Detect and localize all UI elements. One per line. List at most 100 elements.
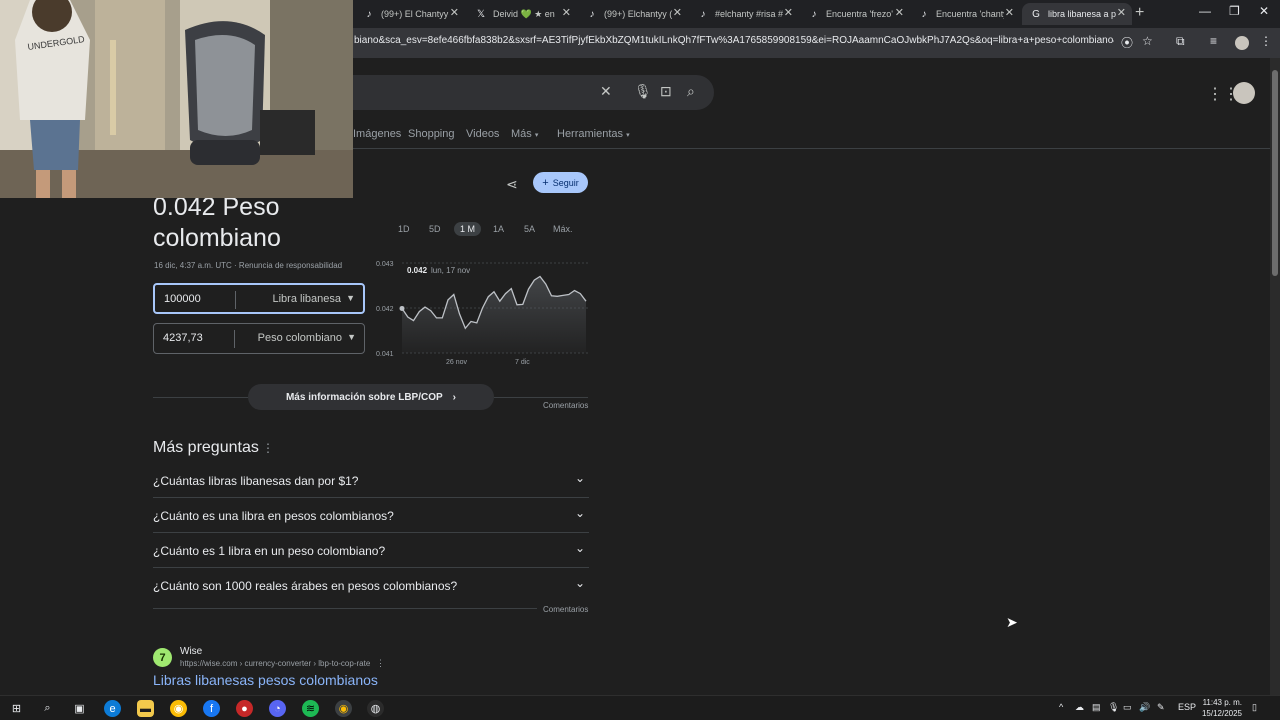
search-icon[interactable]: ⌕ xyxy=(39,700,56,717)
minimize-icon[interactable]: — xyxy=(1199,4,1211,18)
tab-more[interactable]: Más ▾ xyxy=(511,128,538,140)
result-options-icon[interactable]: ⋮ xyxy=(376,658,385,669)
range-5a[interactable]: 5A xyxy=(524,224,535,234)
microphone-icon[interactable]: 🎙 xyxy=(1108,702,1119,713)
from-value[interactable]: 100000 xyxy=(164,293,201,305)
close-icon[interactable]: ✕ xyxy=(450,6,459,19)
tray-app-icon[interactable]: ▤ xyxy=(1092,702,1101,713)
dropdown-arrow-icon[interactable]: ▼ xyxy=(346,293,355,303)
tiktok-icon: ♪ xyxy=(700,8,706,20)
scroll-thumb[interactable] xyxy=(1272,70,1278,276)
language-indicator[interactable]: ESP xyxy=(1178,702,1196,712)
tab-shopping[interactable]: Shopping xyxy=(408,128,455,140)
close-icon[interactable]: ✕ xyxy=(895,6,904,19)
media-control-icon[interactable]: ≡ xyxy=(1210,34,1217,48)
close-icon[interactable]: ✕ xyxy=(1117,6,1126,19)
range-1d[interactable]: 1D xyxy=(398,224,410,234)
close-icon[interactable]: ✕ xyxy=(784,6,793,19)
windows-start-icon[interactable]: ⊞ xyxy=(8,700,25,717)
divider xyxy=(153,608,537,609)
share-icon[interactable]: ⋖ xyxy=(506,176,518,193)
network-icon[interactable]: ▭ xyxy=(1123,702,1132,713)
clear-icon[interactable]: ✕ xyxy=(600,83,612,100)
menu-dots-icon[interactable]: ⋮ xyxy=(1260,34,1272,48)
dropdown-arrow-icon[interactable]: ▼ xyxy=(347,332,356,342)
discord-icon[interactable]: ◔ xyxy=(269,700,286,717)
browser-tab-4[interactable]: ♪ #elchanty #risa # ✕ xyxy=(689,3,799,25)
range-1a[interactable]: 1A xyxy=(493,224,504,234)
range-5d[interactable]: 5D xyxy=(429,224,441,234)
notifications-icon[interactable]: ▯ xyxy=(1252,702,1257,713)
maximize-icon[interactable]: ❐ xyxy=(1229,4,1240,18)
chevron-down-icon: ▾ xyxy=(534,132,539,139)
tools-menu[interactable]: Herramientas ▾ xyxy=(557,128,630,140)
faq-question[interactable]: ¿Cuánto es una libra en pesos colombiano… xyxy=(153,498,589,533)
tab-title: #elchanty #risa # xyxy=(715,9,783,19)
task-view-icon[interactable]: ▣ xyxy=(71,700,88,717)
chrome-active-icon[interactable]: ◉ xyxy=(335,700,352,717)
tiktok-icon: ♪ xyxy=(589,8,595,20)
exchange-rate-chart[interactable]: 0.043 0.042 0.041 0.042 lun, 17 nov 26 n… xyxy=(372,255,592,370)
chevron-down-icon[interactable]: ⌄ xyxy=(575,541,585,555)
browser-tab-5[interactable]: ♪ Encuentra 'frezo' ✕ xyxy=(800,3,910,25)
chevron-down-icon[interactable]: ⌄ xyxy=(575,506,585,520)
obs-icon[interactable]: ◍ xyxy=(367,700,384,717)
browser-tab-active[interactable]: G libra libanesa a pe ✕ xyxy=(1022,3,1132,25)
address-bar[interactable]: biano&sca_esv=8efe466fbfa838b2&sxsrf=AE3… xyxy=(354,35,1114,46)
field-separator xyxy=(234,330,235,348)
profile-avatar-icon[interactable] xyxy=(1235,36,1249,50)
lens-camera-icon[interactable]: ⊡ xyxy=(660,83,672,100)
close-icon[interactable]: ✕ xyxy=(1005,6,1014,19)
to-currency-select[interactable]: Peso colombiano xyxy=(258,332,342,344)
edge-icon[interactable]: e xyxy=(104,700,121,717)
from-amount-field[interactable]: 100000 Libra libanesa ▼ xyxy=(153,283,365,314)
tooltip-date: lun, 17 nov xyxy=(431,266,470,275)
record-app-icon[interactable]: ● xyxy=(236,700,253,717)
comments-link[interactable]: Comentarios xyxy=(543,401,588,410)
new-tab-icon[interactable]: + xyxy=(1135,4,1144,22)
facebook-icon[interactable]: f xyxy=(203,700,220,717)
location-icon[interactable]: ⦿ xyxy=(1121,34,1133,51)
to-value[interactable]: 4237,73 xyxy=(163,332,203,344)
comments-link[interactable]: Comentarios xyxy=(543,605,588,614)
bookmark-star-icon[interactable]: ☆ xyxy=(1142,34,1153,48)
y-tick-label: 0.042 xyxy=(376,306,394,313)
tooltip-value: 0.042 xyxy=(407,266,428,275)
more-info-button[interactable]: Más información sobre LBP/COP › xyxy=(248,384,494,410)
tray-chevron-up-icon[interactable]: ^ xyxy=(1059,702,1063,712)
scrollbar[interactable] xyxy=(1270,58,1280,695)
search-input[interactable]: ✕ 🎙 ⊡ ⌕ xyxy=(300,75,714,110)
range-max[interactable]: Máx. xyxy=(553,224,573,234)
from-currency-select[interactable]: Libra libanesa xyxy=(273,293,342,305)
browser-tab-2[interactable]: 𝕏 Deivid 💚 ★ en ✕ xyxy=(467,3,577,25)
clock[interactable]: 11:43 p. m. 15/12/2025 xyxy=(1200,697,1242,719)
to-amount-field[interactable]: 4237,73 Peso colombiano ▼ xyxy=(153,323,365,354)
faq-question[interactable]: ¿Cuántas libras libanesas dan por $1? ⌄ xyxy=(153,463,589,498)
avatar[interactable] xyxy=(1233,82,1255,104)
chevron-down-icon[interactable]: ⌄ xyxy=(575,576,585,590)
browser-tab-6[interactable]: ♪ Encuentra 'chanty ✕ xyxy=(910,3,1020,25)
browser-tab-3[interactable]: ♪ (99+) Elchantyy (@ ✕ xyxy=(578,3,688,25)
faq-question[interactable]: ¿Cuánto es 1 libra en un peso colombiano… xyxy=(153,533,589,568)
chevron-down-icon[interactable]: ⌄ xyxy=(575,471,585,485)
result-title-link[interactable]: Libras libanesas pesos colombianos xyxy=(153,672,378,688)
more-options-icon[interactable]: ⋮ xyxy=(262,441,274,455)
faq-question[interactable]: ¿Cuánto son 1000 reales árabes en pesos … xyxy=(153,568,589,603)
close-icon[interactable]: ✕ xyxy=(673,6,682,19)
cloud-off-icon[interactable]: ☁ xyxy=(1075,702,1084,713)
range-1m[interactable]: 1 M xyxy=(454,222,482,236)
browser-tab-1[interactable]: ♪ (99+) El Chantyy ( ✕ xyxy=(355,3,465,25)
follow-button[interactable]: + Seguir xyxy=(533,172,588,193)
extensions-icon[interactable]: ⧉ xyxy=(1176,34,1185,49)
microphone-icon[interactable]: 🎙 xyxy=(634,83,652,100)
search-icon[interactable]: ⌕ xyxy=(687,83,695,100)
pen-icon[interactable]: ✎ xyxy=(1157,702,1165,713)
close-icon[interactable]: ✕ xyxy=(562,6,571,19)
close-window-icon[interactable]: ✕ xyxy=(1259,4,1269,18)
chrome-icon[interactable]: ◉ xyxy=(170,700,187,717)
tab-videos[interactable]: Videos xyxy=(466,128,499,140)
file-explorer-icon[interactable]: ▬ xyxy=(137,700,154,717)
volume-icon[interactable]: 🔊 xyxy=(1139,702,1150,713)
spotify-icon[interactable]: ≋ xyxy=(302,700,319,717)
tab-images[interactable]: Imágenes xyxy=(353,128,401,140)
